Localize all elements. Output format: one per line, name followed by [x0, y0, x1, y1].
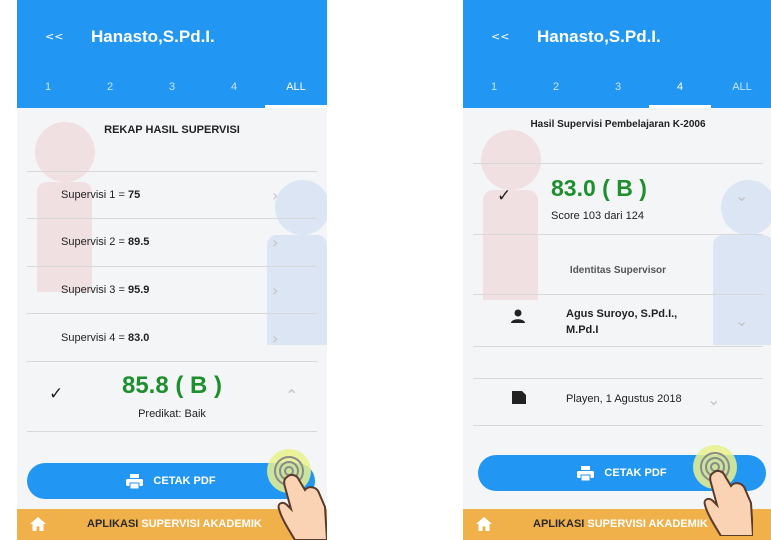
tab-4[interactable]: 4: [649, 76, 711, 108]
tab-4[interactable]: 4: [203, 76, 265, 108]
list-item-supervisi-4[interactable]: Supervisi 4 = 83.0: [61, 332, 149, 344]
page-title: Hanasto,S.Pd.I.: [537, 27, 661, 46]
divider: [473, 163, 763, 164]
printer-icon: [126, 473, 144, 489]
row-label: Supervisi 2 =: [61, 236, 128, 248]
tab-2[interactable]: 2: [79, 76, 141, 108]
home-icon[interactable]: [475, 515, 493, 533]
supervisor-name: Agus Suroyo, S.Pd.I., M.Pd.I: [566, 306, 677, 338]
divider: [27, 431, 317, 432]
tab-1[interactable]: 1: [463, 76, 525, 108]
background-teacher-illustration: [481, 130, 541, 190]
supervisor-heading: Identitas Supervisor: [569, 265, 667, 276]
back-button[interactable]: <<: [491, 30, 509, 43]
footer-brand: APLIKASI SUPERVISI AKADEMIK: [87, 518, 262, 530]
chevron-up-icon: ⌃: [285, 386, 299, 405]
row-value: 95.9: [127, 284, 150, 296]
left-phone-screen: << Hanasto,S.Pd.I. 1 2 3 4 ALL REKAP HAS…: [17, 0, 327, 540]
place-date: Playen, 1 Agustus 2018: [566, 393, 682, 405]
chevron-right-icon: ›: [272, 281, 279, 300]
person-icon: [511, 309, 525, 323]
recap-heading: REKAP HASIL SUPERVISI: [104, 124, 240, 136]
tab-all[interactable]: ALL: [711, 76, 771, 108]
supervisor-name-line2: M.Pd.I: [566, 324, 599, 336]
tap-gesture-icon: [267, 449, 327, 540]
list-item-supervisi-3[interactable]: Supervisi 3 = 95.9: [61, 284, 149, 296]
chevron-right-icon: ›: [272, 233, 279, 252]
section-heading: Hasil Supervisi Pembelajaran K-2006: [530, 119, 706, 130]
supervision-score: 83.0 ( B ): [551, 175, 647, 201]
tab-1[interactable]: 1: [17, 76, 79, 108]
divider: [473, 378, 763, 379]
divider: [27, 361, 317, 362]
footer-brand-part1: APLIKASI: [533, 518, 585, 530]
tab-3[interactable]: 3: [587, 76, 649, 108]
row-label: Supervisi 1 =: [61, 189, 128, 201]
divider: [473, 294, 763, 295]
tab-bar: 1 2 3 4 ALL: [17, 76, 327, 108]
divider: [27, 218, 317, 219]
supervisor-name-line1: Agus Suroyo, S.Pd.I.,: [566, 308, 678, 320]
app-header: << Hanasto,S.Pd.I. 1 2 3 4 ALL: [463, 0, 771, 108]
divider: [473, 425, 763, 426]
row-value: 75: [127, 189, 141, 201]
row-label: Supervisi 4 =: [61, 332, 128, 344]
chevron-right-icon: ›: [272, 186, 279, 205]
label-icon: [512, 391, 526, 404]
row-value: 83.0: [127, 332, 150, 344]
tab-2[interactable]: 2: [525, 76, 587, 108]
right-phone-screen: << Hanasto,S.Pd.I. 1 2 3 4 ALL Hasil Sup…: [463, 0, 771, 540]
tap-gesture-icon: [693, 445, 753, 536]
footer-brand-part1: APLIKASI: [87, 518, 139, 530]
divider: [27, 171, 317, 172]
chevron-down-icon[interactable]: ⌄: [735, 311, 748, 330]
page-title: Hanasto,S.Pd.I.: [91, 27, 215, 46]
divider: [27, 266, 317, 267]
list-item-supervisi-1[interactable]: Supervisi 1 = 75: [61, 189, 140, 201]
list-item-supervisi-2[interactable]: Supervisi 2 = 89.5: [61, 236, 149, 248]
tab-all[interactable]: ALL: [265, 76, 327, 108]
background-teacher-body: [483, 190, 538, 300]
divider: [27, 313, 317, 314]
final-score: 85.8 ( B ): [121, 372, 223, 399]
score-detail: Score 103 dari 124: [551, 210, 644, 222]
footer-brand-part2: SUPERVISI AKADEMIK: [141, 518, 262, 530]
row-label: Supervisi 3 =: [61, 284, 128, 296]
footer-brand-part2: SUPERVISI AKADEMIK: [587, 518, 708, 530]
check-icon: ✓: [497, 186, 512, 206]
app-header: << Hanasto,S.Pd.I. 1 2 3 4 ALL: [17, 0, 327, 108]
divider: [473, 234, 763, 235]
divider: [473, 346, 763, 347]
print-pdf-label: CETAK PDF: [153, 475, 216, 487]
print-pdf-label: CETAK PDF: [604, 467, 667, 479]
home-icon[interactable]: [29, 515, 47, 533]
background-student-illustration: [275, 180, 327, 235]
tab-bar: 1 2 3 4 ALL: [463, 76, 771, 108]
predikat-text: Predikat: Baik: [138, 408, 206, 420]
back-button[interactable]: <<: [45, 30, 63, 43]
row-value: 89.5: [127, 236, 150, 248]
chevron-down-icon[interactable]: ⌄: [735, 186, 748, 205]
chevron-right-icon: ›: [272, 329, 279, 348]
printer-icon: [577, 465, 595, 481]
tab-3[interactable]: 3: [141, 76, 203, 108]
footer-brand: APLIKASI SUPERVISI AKADEMIK: [533, 518, 708, 530]
chevron-down-icon[interactable]: ⌄: [707, 390, 720, 409]
